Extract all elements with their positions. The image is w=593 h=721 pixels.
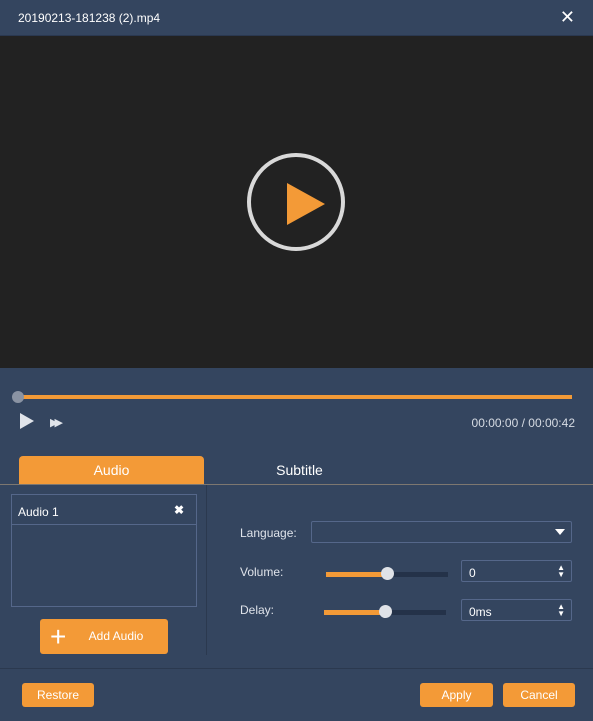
add-audio-button[interactable]: + Add Audio xyxy=(40,619,168,654)
delay-input[interactable]: 0ms ▲ ▼ xyxy=(461,599,572,621)
chevron-down-icon xyxy=(555,529,565,535)
seek-handle[interactable] xyxy=(12,391,24,403)
restore-button[interactable]: Restore xyxy=(22,683,94,707)
title-bar: 20190213-181238 (2).mp4 xyxy=(0,0,593,36)
time-separator: / xyxy=(521,416,525,430)
cancel-button[interactable]: Cancel xyxy=(503,683,575,707)
language-select[interactable] xyxy=(311,521,572,543)
footer-divider xyxy=(0,668,593,669)
total-time: 00:00:42 xyxy=(528,416,575,430)
close-icon[interactable]: ✕ xyxy=(560,7,575,28)
volume-label: Volume: xyxy=(240,565,284,579)
play-icon xyxy=(287,183,325,225)
current-time: 00:00:00 xyxy=(471,416,519,430)
fast-forward-icon[interactable]: ▶▶ xyxy=(50,416,63,429)
list-item[interactable]: Audio 1 ✖ xyxy=(12,495,196,525)
seek-bar[interactable] xyxy=(18,395,572,399)
add-audio-label: Add Audio xyxy=(88,629,144,643)
tab-subtitle[interactable]: Subtitle xyxy=(207,456,392,485)
language-label: Language: xyxy=(240,526,297,540)
delay-label: Delay: xyxy=(240,603,275,617)
delay-slider[interactable] xyxy=(324,605,446,618)
volume-handle[interactable] xyxy=(381,567,394,580)
spinner-icon[interactable]: ▲ ▼ xyxy=(557,564,565,579)
volume-value: 0 xyxy=(469,566,476,580)
volume-input[interactable]: 0 ▲ ▼ xyxy=(461,560,572,582)
remove-icon[interactable]: ✖ xyxy=(174,503,184,517)
volume-fill xyxy=(326,572,387,577)
time-display: 00:00:00 / 00:00:42 xyxy=(472,416,575,430)
volume-slider[interactable] xyxy=(326,567,448,580)
plus-icon: + xyxy=(50,621,67,652)
delay-value: 0ms xyxy=(469,605,492,619)
spinner-icon[interactable]: ▲ ▼ xyxy=(557,603,565,618)
audio-track-list: Audio 1 ✖ xyxy=(11,494,197,607)
window-title: 20190213-181238 (2).mp4 xyxy=(18,11,161,25)
play-overlay-button[interactable] xyxy=(247,153,345,251)
panel-divider xyxy=(206,485,207,655)
tab-divider xyxy=(0,484,593,485)
apply-button[interactable]: Apply xyxy=(420,683,493,707)
play-button[interactable] xyxy=(20,413,34,429)
audio-track-label: Audio 1 xyxy=(18,505,59,519)
delay-fill xyxy=(324,610,385,615)
tab-audio[interactable]: Audio xyxy=(19,456,204,485)
delay-handle[interactable] xyxy=(379,605,392,618)
